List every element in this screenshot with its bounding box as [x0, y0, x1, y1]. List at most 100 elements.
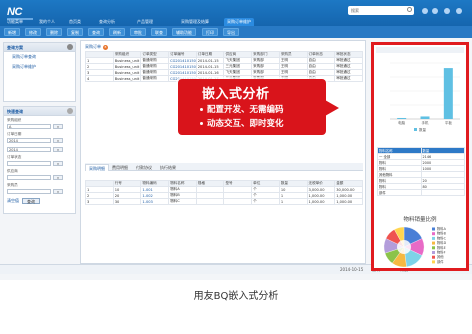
callout-title: 嵌入式分析 — [202, 87, 270, 102]
query-input-1[interactable]: 2014 — [7, 138, 51, 143]
query-input-2[interactable]: 2014 — [7, 147, 51, 152]
detail-tab-1[interactable]: 费用明细 — [109, 164, 131, 171]
detail-cell: 1,000.00 — [334, 198, 363, 205]
user-avatar-icon[interactable] — [444, 8, 450, 14]
order-cell: Business_unit — [112, 75, 142, 82]
order-cell[interactable]: CG201410150003 — [168, 69, 197, 76]
pie-legend-swatch — [432, 246, 435, 250]
legend-swatch — [414, 128, 417, 131]
top-tab-2[interactable]: 首页类 — [66, 18, 84, 26]
pie-legend-label: 物料B — [437, 231, 447, 236]
global-search-input[interactable]: 搜索 — [348, 6, 414, 15]
toolbar-button-8[interactable]: 辅助功能 — [172, 28, 196, 36]
toolbar-button-7[interactable]: 联查 — [151, 28, 167, 36]
toolbar-button-3[interactable]: 复制 — [67, 28, 83, 36]
orders-grid: 采购组织 订单类型 订单编号 订单日期 供应商 采购部门 采购员 订单状态 审批状态 1 Busin… — [85, 51, 363, 82]
summary-row[interactable]: 部件 — [377, 189, 465, 196]
query-label-0: 采购组织 — [7, 118, 22, 122]
bullet-icon — [200, 108, 203, 111]
pie-legend-label: 物料A — [437, 226, 447, 231]
collapse-icon[interactable] — [67, 108, 73, 114]
quick-query-panel: 快速查询 采购组织 A ▾ 订单日期 2014 ▾ 2014 ▾ 订单状态 ▾ 供应商 ▾ 采购员 ▾ 清… — [3, 106, 76, 214]
figure-caption: 用友BQ嵌入式分析 — [193, 291, 279, 302]
dropdown-icon[interactable]: ▾ — [53, 175, 63, 180]
query-actions: 清空值 查询 — [4, 195, 75, 207]
query-scheme-header: 查询方案 — [4, 43, 75, 52]
scheme-item-0[interactable]: 采购订单查询 — [4, 52, 75, 62]
panel-header — [376, 47, 464, 53]
pie-legend-swatch — [432, 227, 435, 231]
top-tab-3[interactable]: 查询分析 — [96, 18, 118, 26]
app-logo: NC — [7, 6, 22, 18]
main-title-text: 采购订单 — [85, 44, 101, 49]
search-icon[interactable] — [407, 7, 412, 12]
query-row-5: ▾ — [4, 188, 75, 195]
dropdown-icon[interactable]: ▾ — [53, 147, 63, 152]
top-tab-6[interactable]: 采购订单维护 — [224, 18, 254, 26]
help-icon[interactable] — [456, 8, 462, 14]
toolbar-button-10[interactable]: 导出 — [223, 28, 239, 36]
query-label-4: 供应商 — [7, 169, 18, 173]
toolbar-button-5[interactable]: 刷新 — [109, 28, 125, 36]
order-cell: 4 — [85, 75, 114, 82]
query-input-5[interactable] — [7, 189, 51, 194]
order-cell: 审批通过 — [334, 75, 363, 82]
query-scheme-panel: 查询方案 采购订单查询 采购订单维护 — [3, 42, 76, 102]
top-tab-0[interactable]: 功能菜单 — [4, 18, 26, 26]
query-input-3[interactable] — [7, 161, 51, 166]
order-cell[interactable]: CG201410150001 — [168, 57, 197, 64]
toolbar-button-2[interactable]: 删除 — [46, 28, 62, 36]
query-scheme-title: 查询方案 — [7, 45, 23, 50]
toolbar-button-9[interactable]: 打印 — [202, 28, 218, 36]
collapse-icon[interactable] — [67, 44, 73, 50]
detail-cell — [223, 198, 253, 205]
top-tab-1[interactable]: 我的个人 — [36, 18, 58, 26]
query-input-0[interactable]: A — [7, 124, 51, 129]
toolbar-button-6[interactable]: 审批 — [130, 28, 146, 36]
pie-legend-label: 其他 — [437, 254, 444, 259]
top-tabs: 功能菜单 我的个人 首页类 查询分析 产品管理 采购管理及结算 采购订单维护 — [0, 18, 472, 26]
x-tick-label: 平板 — [445, 120, 452, 125]
detail-row[interactable]: 3 30 1-003 物料C 个 1 1,000.00 1,000.00 — [85, 198, 363, 205]
dropdown-icon[interactable]: ▾ — [53, 124, 63, 129]
detail-tab-2[interactable]: 付款协议 — [133, 164, 155, 171]
dropdown-icon[interactable]: ▾ — [53, 138, 63, 143]
callout-line-2: 动态交互、即时变化 — [200, 117, 284, 129]
pie-chart: 物料A物料B物料C物料D物料E物料F其他部件 — [383, 226, 447, 268]
toolbar-button-0[interactable]: 新增 — [4, 28, 20, 36]
order-cell[interactable]: CG201410150002 — [168, 63, 197, 70]
detail-cell: 1,000.00 — [306, 198, 336, 205]
search-placeholder: 搜索 — [351, 8, 359, 13]
dropdown-icon[interactable]: ▾ — [53, 189, 63, 194]
pie-legend-swatch — [432, 236, 435, 240]
message-icon[interactable] — [422, 8, 428, 14]
detail-cell[interactable]: 1-003 — [140, 198, 170, 205]
scheme-item-1[interactable]: 采购订单维护 — [4, 62, 75, 72]
bar-2[interactable] — [443, 68, 453, 119]
detail-cell: 个 — [251, 198, 280, 205]
summary-table: 物料名称 数量一 全部 2146 物料 2000 物料 1000 其他物料 物料 20 物料 80 部件 — [377, 147, 465, 196]
query-label-3: 订单状态 — [7, 155, 22, 159]
top-tab-5[interactable]: 采购管理及结算 — [178, 18, 212, 26]
bar-1[interactable] — [420, 116, 430, 119]
settings-icon[interactable] — [432, 8, 438, 14]
query-input-4[interactable] — [7, 175, 51, 180]
pie-legend-label: 物料C — [437, 235, 447, 240]
detail-tab-3[interactable]: 执行结果 — [157, 164, 179, 171]
bar-0[interactable] — [397, 117, 407, 119]
detail-tab-0[interactable]: 采购明细 — [85, 164, 109, 171]
query-button[interactable]: 查询 — [22, 198, 40, 204]
order-cell: 普通采购 — [140, 75, 170, 82]
bullet-icon — [200, 122, 203, 125]
toolbar-button-4[interactable]: 查询 — [88, 28, 104, 36]
summary-cell — [420, 189, 465, 196]
query-row-3: ▾ — [4, 160, 75, 167]
clear-values-link[interactable]: 清空值 — [7, 198, 19, 204]
query-label-5: 采购员 — [7, 183, 18, 187]
query-row-4: ▾ — [4, 174, 75, 181]
dropdown-icon[interactable]: ▾ — [53, 161, 63, 166]
quick-query-title: 快速查询 — [7, 109, 23, 114]
top-tab-4[interactable]: 产品管理 — [134, 18, 156, 26]
x-tick-label: 手机 — [422, 120, 430, 125]
toolbar-button-1[interactable]: 修改 — [25, 28, 41, 36]
